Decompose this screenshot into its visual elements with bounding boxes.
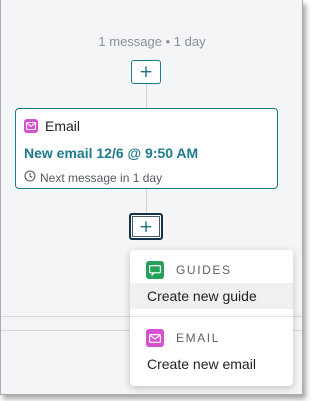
connector-line-lower — [146, 189, 147, 213]
email-icon — [24, 119, 38, 133]
guides-section-header: GUIDES — [146, 261, 232, 279]
next-message-text: Next message in 1 day — [40, 170, 163, 185]
create-new-guide[interactable]: Create new guide — [130, 283, 293, 309]
guides-icon — [146, 261, 164, 279]
email-section-label: EMAIL — [176, 331, 221, 345]
guides-section-label: GUIDES — [176, 263, 232, 277]
card-type-label: Email — [45, 118, 81, 134]
email-step-card[interactable]: Email New email 12/6 @ 9:50 AM Next mess… — [15, 108, 278, 189]
clock-icon — [24, 170, 36, 185]
connector-line — [146, 84, 147, 108]
add-step-button-top[interactable]: + — [131, 60, 161, 84]
create-new-email[interactable]: Create new email — [130, 351, 293, 377]
email-title-link[interactable]: New email 12/6 @ 9:50 AM — [24, 145, 198, 161]
step-summary: 1 message • 1 day — [98, 34, 206, 49]
menu-divider — [130, 316, 293, 317]
email-section-header: EMAIL — [146, 329, 220, 347]
add-step-button-bottom[interactable]: + — [129, 213, 163, 240]
journey-canvas: 1 message • 1 day + Email New email 12/6… — [0, 0, 303, 395]
card-header: Email — [24, 118, 80, 134]
email-icon — [146, 329, 164, 347]
add-step-menu: GUIDES Create new guide EMAIL Create new… — [130, 250, 293, 386]
next-message-info: Next message in 1 day — [24, 170, 162, 185]
